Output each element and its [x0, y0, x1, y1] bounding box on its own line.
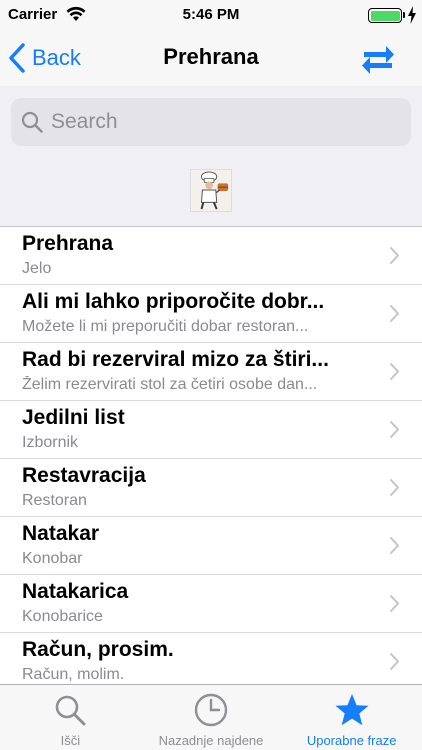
tab-search[interactable]: Išči	[0, 685, 141, 750]
list-item[interactable]: Rad bi rezerviral mizo za štiri... Želim…	[0, 343, 422, 401]
chevron-right-icon	[390, 479, 399, 496]
chef-logo	[190, 169, 232, 212]
clock-icon	[194, 693, 228, 727]
list-item-title: Račun, prosim.	[22, 638, 174, 661]
chevron-right-icon	[390, 363, 399, 380]
tab-bar: Išči Nazadnje najdene Uporabne fraze	[0, 684, 422, 750]
chevron-right-icon	[390, 421, 399, 438]
tab-label: Nazadnje najdene	[158, 733, 264, 748]
navigation-bar: Back Prehrana	[0, 30, 422, 86]
list-item-title: Ali mi lahko priporočite dobr...	[22, 290, 325, 313]
list-item[interactable]: Natakar Konobar	[0, 517, 422, 575]
list-item-subtitle: Konobarice	[22, 608, 103, 625]
list-item-title: Natakar	[22, 522, 100, 545]
battery-tip	[403, 12, 405, 18]
status-time: 5:46 PM	[182, 6, 240, 23]
list-item-title: Rad bi rezerviral mizo za štiri...	[22, 348, 329, 371]
list-item-title: Natakarica	[22, 580, 129, 603]
search-icon	[21, 111, 43, 133]
status-bar: Carrier 5:46 PM	[0, 0, 422, 30]
star-icon	[335, 694, 369, 726]
tab-recent[interactable]: Nazadnje najdene	[141, 685, 282, 750]
list-item-subtitle: Možete li mi preporučiti dobar restoran.…	[22, 318, 309, 335]
list-item[interactable]: Jedilni list Izbornik	[0, 401, 422, 459]
list-item-subtitle: Jelo	[22, 260, 52, 277]
tab-label: Išči	[60, 733, 81, 748]
tab-label: Uporabne fraze	[306, 733, 397, 748]
chevron-right-icon	[390, 305, 399, 322]
charging-bolt-icon	[408, 6, 416, 24]
swap-languages-icon[interactable]	[360, 40, 396, 76]
battery-icon	[368, 8, 402, 23]
tab-useful-phrases[interactable]: Uporabne fraze	[281, 685, 422, 750]
list-item-subtitle: Restoran	[22, 492, 87, 509]
list-item-title: Prehrana	[22, 232, 114, 255]
search-input[interactable]	[51, 110, 381, 134]
list-item-subtitle: Želim rezervirati stol za četiri osobe d…	[22, 376, 318, 393]
list-item[interactable]: Račun, prosim. Račun, molim.	[0, 633, 422, 684]
list-item[interactable]: Restavracija Restoran	[0, 459, 422, 517]
chevron-right-icon	[390, 595, 399, 612]
search-bar[interactable]	[11, 98, 411, 146]
search-icon	[56, 695, 86, 726]
chevron-right-icon	[390, 653, 399, 670]
list-item-title: Jedilni list	[22, 406, 125, 429]
page-title: Prehrana	[163, 44, 259, 69]
list-item-subtitle: Izbornik	[22, 434, 79, 451]
chevron-right-icon	[390, 247, 399, 264]
list-item[interactable]: Ali mi lahko priporočite dobr... Možete …	[0, 285, 422, 343]
list-item[interactable]: Natakarica Konobarice	[0, 575, 422, 633]
list-item-subtitle: Konobar	[22, 550, 83, 567]
phrase-list: Prehrana Jelo Ali mi lahko priporočite d…	[0, 226, 422, 684]
header-area	[0, 86, 422, 226]
list-item-title: Restavracija	[22, 464, 146, 487]
list-item-subtitle: Račun, molim.	[22, 666, 125, 683]
chevron-right-icon	[390, 537, 399, 554]
list-item[interactable]: Prehrana Jelo	[0, 227, 422, 285]
